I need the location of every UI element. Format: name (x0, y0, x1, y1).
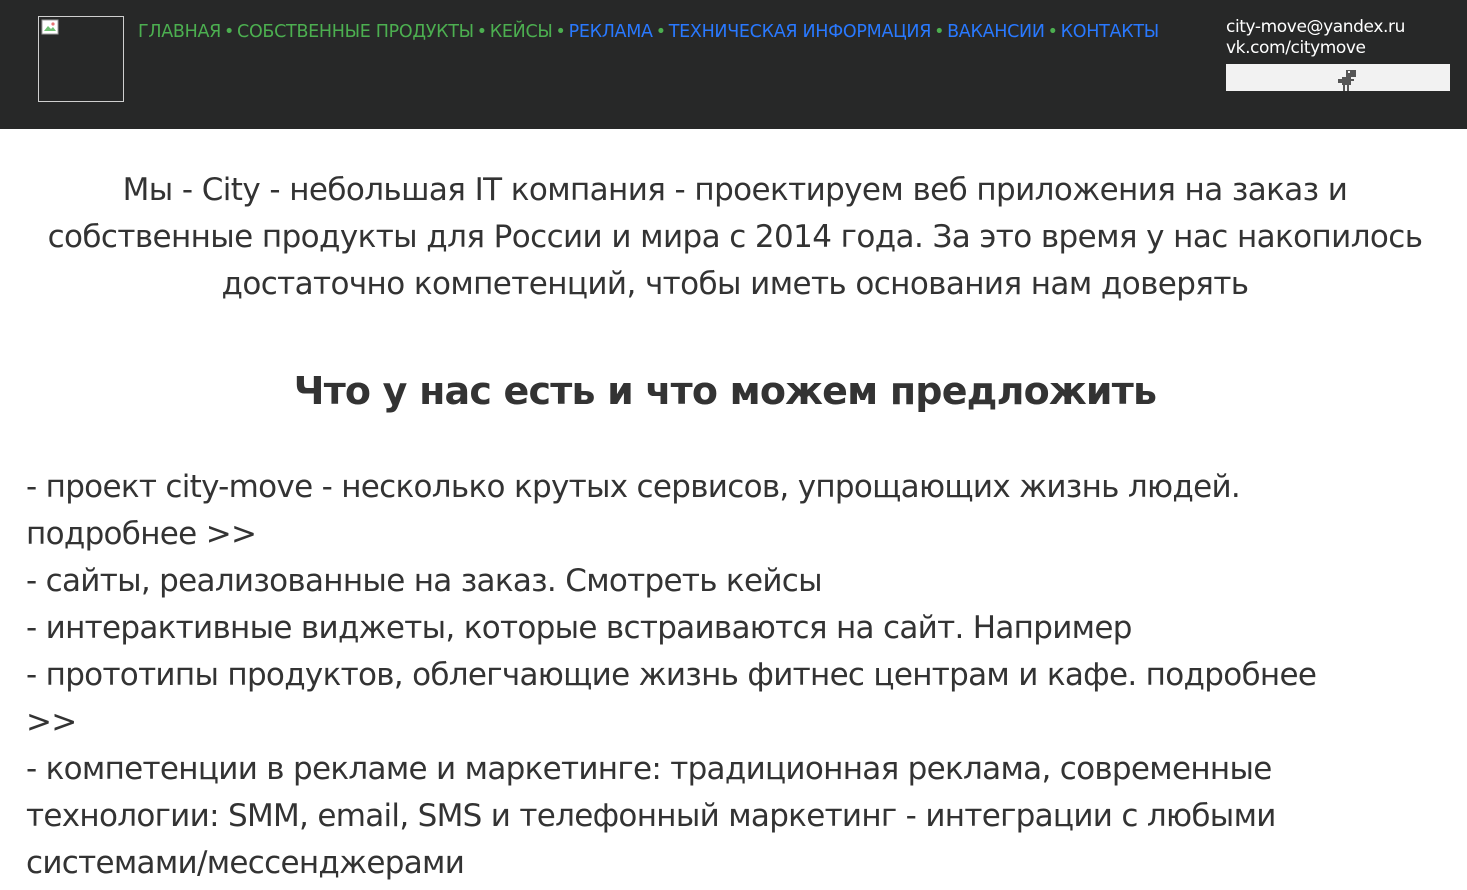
nav-cases[interactable]: КЕЙСЫ (490, 22, 553, 42)
nav-separator: • (555, 22, 566, 42)
nav-vacancies[interactable]: ВАКАНСИИ (947, 22, 1045, 42)
offer-city-move-more-link[interactable]: подробнее >> (26, 511, 1426, 558)
nav-tech-info[interactable]: ТЕХНИЧЕСКАЯ ИНФОРМАЦИЯ (669, 22, 932, 42)
offer-city-move: - проект city-move - несколько крутых се… (26, 469, 1241, 505)
offer-prototypes[interactable]: - прототипы продуктов, облегчающие жизнь… (26, 652, 1426, 699)
offer-marketing-tech: технологии: SMM, email, SMS и телефонный… (26, 798, 1276, 834)
nav-home[interactable]: ГЛАВНАЯ (138, 22, 221, 42)
nav-separator: • (1047, 22, 1058, 42)
broken-image-icon (41, 19, 59, 35)
header-contacts: city-move@yandex.ru vk.com/citymove (1226, 17, 1405, 59)
site-header: ГЛАВНАЯ • СОБСТВЕННЫЕ ПРОДУКТЫ • КЕЙСЫ • РЕКЛА… (0, 0, 1467, 129)
intro-text: Мы - City - небольшая IT компания - прое… (47, 172, 1423, 302)
offer-widgets[interactable]: - интерактивные виджеты, которые встраив… (26, 605, 1426, 652)
nav-contacts[interactable]: КОНТАКТЫ (1061, 22, 1159, 42)
dino-icon (1338, 70, 1356, 91)
offers-list: - проект city-move - несколько крутых се… (26, 464, 1426, 887)
nav-separator: • (655, 22, 666, 42)
offer-marketing-integrations: системами/мессенджерами (26, 845, 465, 881)
nav-separator: • (224, 22, 235, 42)
nav-separator: • (476, 22, 487, 42)
nav-own-products[interactable]: СОБСТВЕННЫЕ ПРОДУКТЫ (237, 22, 474, 42)
contact-email[interactable]: city-move@yandex.ru (1226, 17, 1405, 38)
offer-marketing: - компетенции в рекламе и маркетинге: тр… (26, 751, 1272, 787)
logo-image[interactable] (38, 16, 124, 102)
offer-custom-sites[interactable]: - сайты, реализованные на заказ. Смотрет… (26, 558, 1426, 605)
game-widget[interactable] (1226, 64, 1450, 91)
nav-separator: • (934, 22, 945, 42)
main-nav: ГЛАВНАЯ • СОБСТВЕННЫЕ ПРОДУКТЫ • КЕЙСЫ • РЕКЛА… (138, 20, 1159, 44)
contact-vk[interactable]: vk.com/citymove (1226, 38, 1405, 59)
section-heading: Что у нас есть и что можем предложить (293, 369, 1157, 413)
offer-prototypes-more-link[interactable]: >> (26, 699, 1426, 746)
nav-advertising[interactable]: РЕКЛАМА (569, 22, 653, 42)
